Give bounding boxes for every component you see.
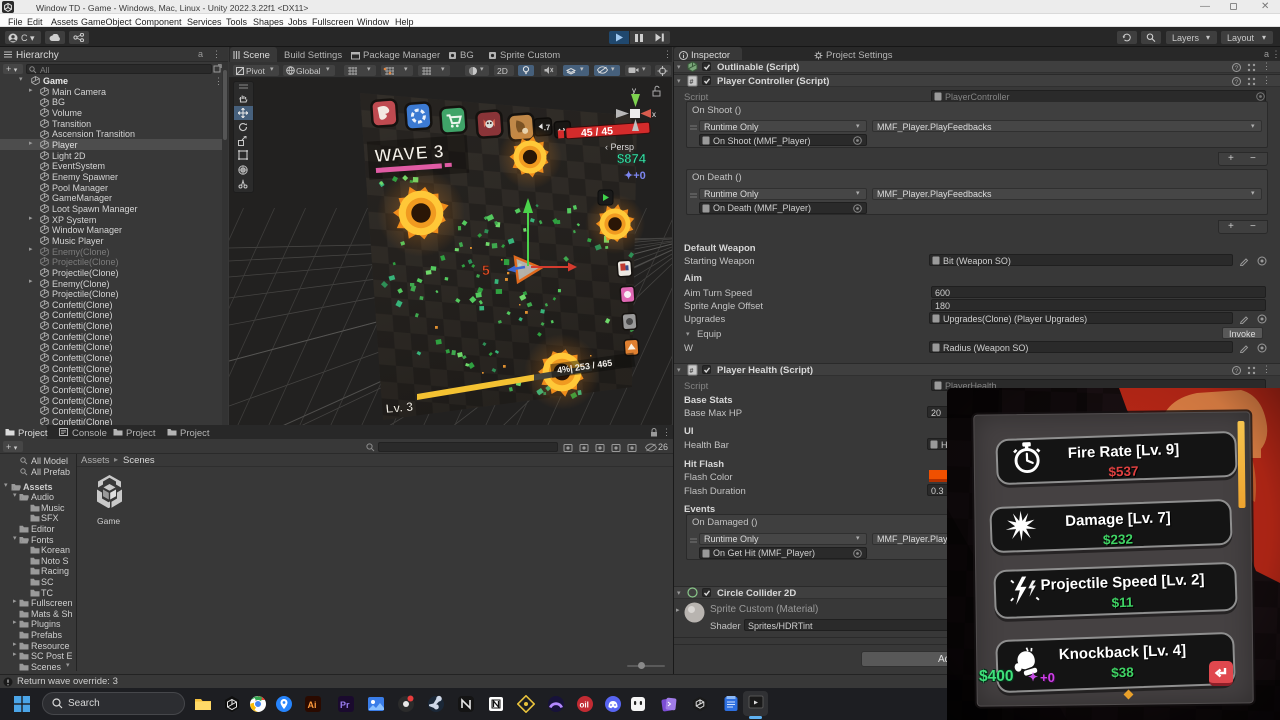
svg-text:?: ? bbox=[1235, 368, 1239, 375]
svg-text:✦+0: ✦+0 bbox=[624, 170, 646, 182]
svg-text:Lv. 3: Lv. 3 bbox=[385, 400, 414, 416]
svg-text:$874: $874 bbox=[617, 151, 647, 166]
svg-text:?: ? bbox=[1235, 65, 1239, 72]
svg-text:#: # bbox=[690, 368, 694, 375]
svg-text:y: y bbox=[632, 86, 636, 95]
svg-text:oil: oil bbox=[580, 701, 589, 710]
svg-text:?: ? bbox=[1235, 79, 1239, 86]
svg-text:5: 5 bbox=[482, 262, 490, 278]
svg-text:#: # bbox=[690, 79, 694, 86]
svg-text:Pr: Pr bbox=[340, 700, 350, 710]
svg-text:Ai: Ai bbox=[308, 700, 317, 710]
svg-text:45 / 45: 45 / 45 bbox=[581, 125, 614, 139]
svg-text:x: x bbox=[652, 110, 656, 119]
